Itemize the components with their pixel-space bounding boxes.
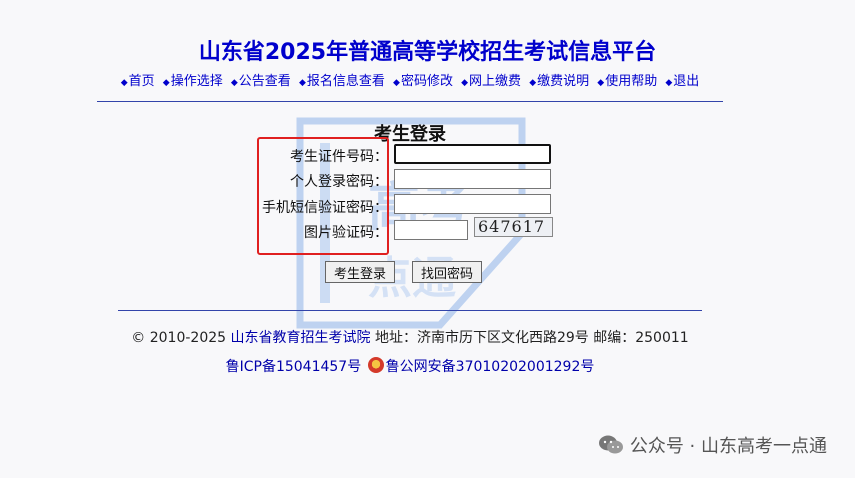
nav-item-home[interactable]: ◆首页 [121,74,155,89]
nav-item-change-password[interactable]: ◆密码修改 [393,74,453,89]
nav-label: 缴费说明 [537,74,590,89]
diamond-icon: ◆ [529,78,537,88]
captcha-image[interactable]: 647617 [474,217,553,237]
diamond-icon: ◆ [461,78,469,88]
diamond-icon: ◆ [162,78,170,88]
nav-label: 公告查看 [238,74,291,89]
login-title: 考生登录 [374,124,446,145]
diamond-icon: ◆ [597,78,605,88]
nav-item-payment-help[interactable]: ◆缴费说明 [529,74,589,89]
login-button[interactable]: 考生登录 [325,261,396,283]
org-link[interactable]: 山东省教育招生考试院 [231,330,371,346]
nav-item-operation[interactable]: ◆操作选择 [163,74,223,89]
wechat-icon [598,435,623,454]
nav-label: 使用帮助 [605,74,658,89]
nav-item-notices[interactable]: ◆公告查看 [231,74,291,89]
captcha-input[interactable] [394,220,468,240]
nav-label: 退出 [673,74,700,89]
top-nav: ◆首页 ◆操作选择 ◆公告查看 ◆报名信息查看 ◆密码修改 ◆网上缴费 ◆缴费说… [0,70,820,89]
password-input[interactable] [394,169,551,189]
nav-item-usage-help[interactable]: ◆使用帮助 [597,74,657,89]
nav-label: 操作选择 [170,74,223,89]
icp-link[interactable]: 鲁ICP备15041457号 [226,359,362,375]
page-title: 山东省2025年普通高等学校招生考试信息平台 [198,40,657,65]
wechat-account-text: 公众号 · 山东高考一点通 [629,436,827,457]
address-text: 地址：济南市历下区文化西路29号 邮编：250011 [370,330,689,346]
nav-label: 首页 [128,74,155,89]
nav-item-registration-info[interactable]: ◆报名信息查看 [299,74,385,89]
wechat-watermark: 公众号 · 山东高考一点通 [598,432,827,458]
nav-item-online-payment[interactable]: ◆网上缴费 [461,74,521,89]
footer-info: © 2010-2025 山东省教育招生考试院 地址：济南市历下区文化西路29号 … [0,327,820,347]
id-number-label: 考生证件号码： [290,149,388,165]
diamond-icon: ◆ [665,78,673,88]
nav-item-logout[interactable]: ◆退出 [665,74,699,89]
police-record-link[interactable]: 鲁公网安备37010202001292号 [386,359,595,375]
diamond-icon: ◆ [120,78,128,88]
nav-label: 网上缴费 [469,74,522,89]
sms-code-label: 手机短信验证密码： [262,200,388,216]
header-divider [97,101,723,102]
diamond-icon: ◆ [298,78,306,88]
password-label: 个人登录密码： [290,174,388,190]
footer-divider [118,310,702,311]
copyright-text: © 2010-2025 [131,330,231,346]
captcha-label: 图片验证码： [304,225,388,241]
diamond-icon: ◆ [230,78,238,88]
id-number-input[interactable] [394,144,551,164]
recover-password-button[interactable]: 找回密码 [412,261,483,283]
nav-label: 报名信息查看 [306,74,385,89]
sms-code-input[interactable] [394,194,551,214]
diamond-icon: ◆ [393,78,400,88]
footer-records: 鲁ICP备15041457号 鲁公网安备37010202001292号 [0,356,820,376]
nav-label: 密码修改 [400,74,453,89]
police-badge-icon [367,357,384,373]
